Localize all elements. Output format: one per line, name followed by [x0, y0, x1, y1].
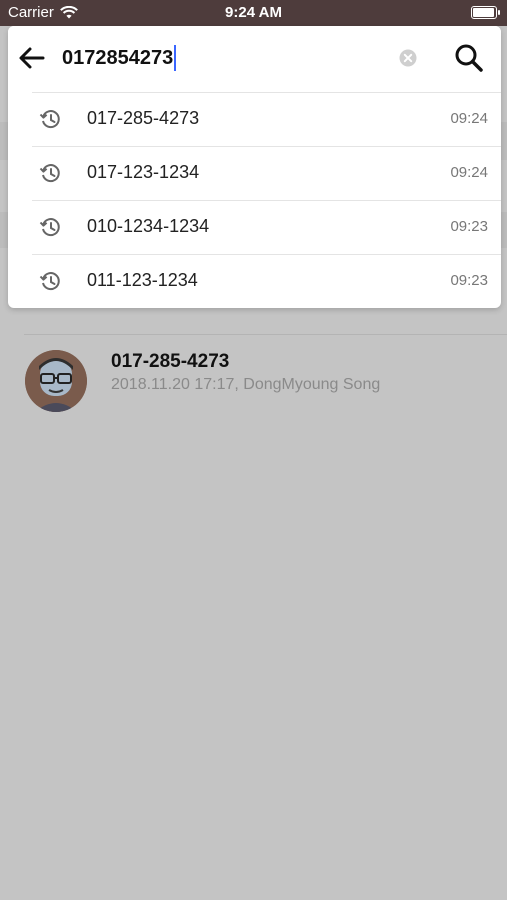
search-query-text: 0172854273	[62, 46, 174, 69]
suggestion-item[interactable]: 017-123-1234 09:24	[8, 146, 501, 200]
divider	[32, 146, 501, 147]
suggestion-number: 017-285-4273	[87, 108, 200, 128]
divider	[32, 92, 501, 93]
suggestion-number: 011-123-1234	[87, 270, 198, 290]
battery-icon	[471, 6, 500, 19]
avatar-illustration	[25, 350, 87, 412]
suggestion-time: 09:23	[450, 218, 488, 235]
divider	[24, 334, 507, 335]
clear-icon[interactable]	[399, 49, 417, 67]
result-subtitle: 2018.11.20 17:17, DongMyoung Song	[111, 376, 381, 393]
suggestion-time: 09:24	[450, 110, 488, 127]
result-title: 017-285-4273	[111, 351, 230, 372]
suggestion-time: 09:23	[450, 272, 488, 289]
suggestion-item[interactable]: 010-1234-1234 09:23	[8, 200, 501, 254]
avatar	[25, 350, 87, 412]
history-icon	[39, 110, 60, 129]
text-caret	[174, 45, 177, 71]
suggestion-list: 017-285-4273 09:24 017-123-1234 09:24 01…	[8, 92, 501, 308]
suggestion-number: 010-1234-1234	[87, 216, 210, 236]
suggestion-number: 017-123-1234	[87, 162, 200, 182]
status-bar: Carrier 9:24 AM	[0, 0, 507, 26]
search-icon[interactable]	[453, 42, 485, 74]
back-arrow-icon[interactable]	[16, 42, 48, 74]
search-result-item[interactable]: 017-285-4273 2018.11.20 17:17, DongMyoun…	[0, 338, 507, 424]
search-panel: 0172854273 017-285-4273 09:24 017-123-12…	[8, 26, 501, 308]
suggestion-item[interactable]: 017-285-4273 09:24	[8, 92, 501, 146]
status-time: 9:24 AM	[225, 4, 282, 21]
history-icon	[39, 272, 60, 291]
divider	[32, 254, 501, 255]
history-icon	[39, 164, 60, 183]
search-input[interactable]: 0172854273	[62, 45, 177, 71]
divider	[32, 200, 501, 201]
history-icon	[39, 218, 60, 237]
suggestion-time: 09:24	[450, 164, 488, 181]
suggestion-item[interactable]: 011-123-1234 09:23	[8, 254, 501, 308]
search-bar: 0172854273	[8, 26, 501, 90]
